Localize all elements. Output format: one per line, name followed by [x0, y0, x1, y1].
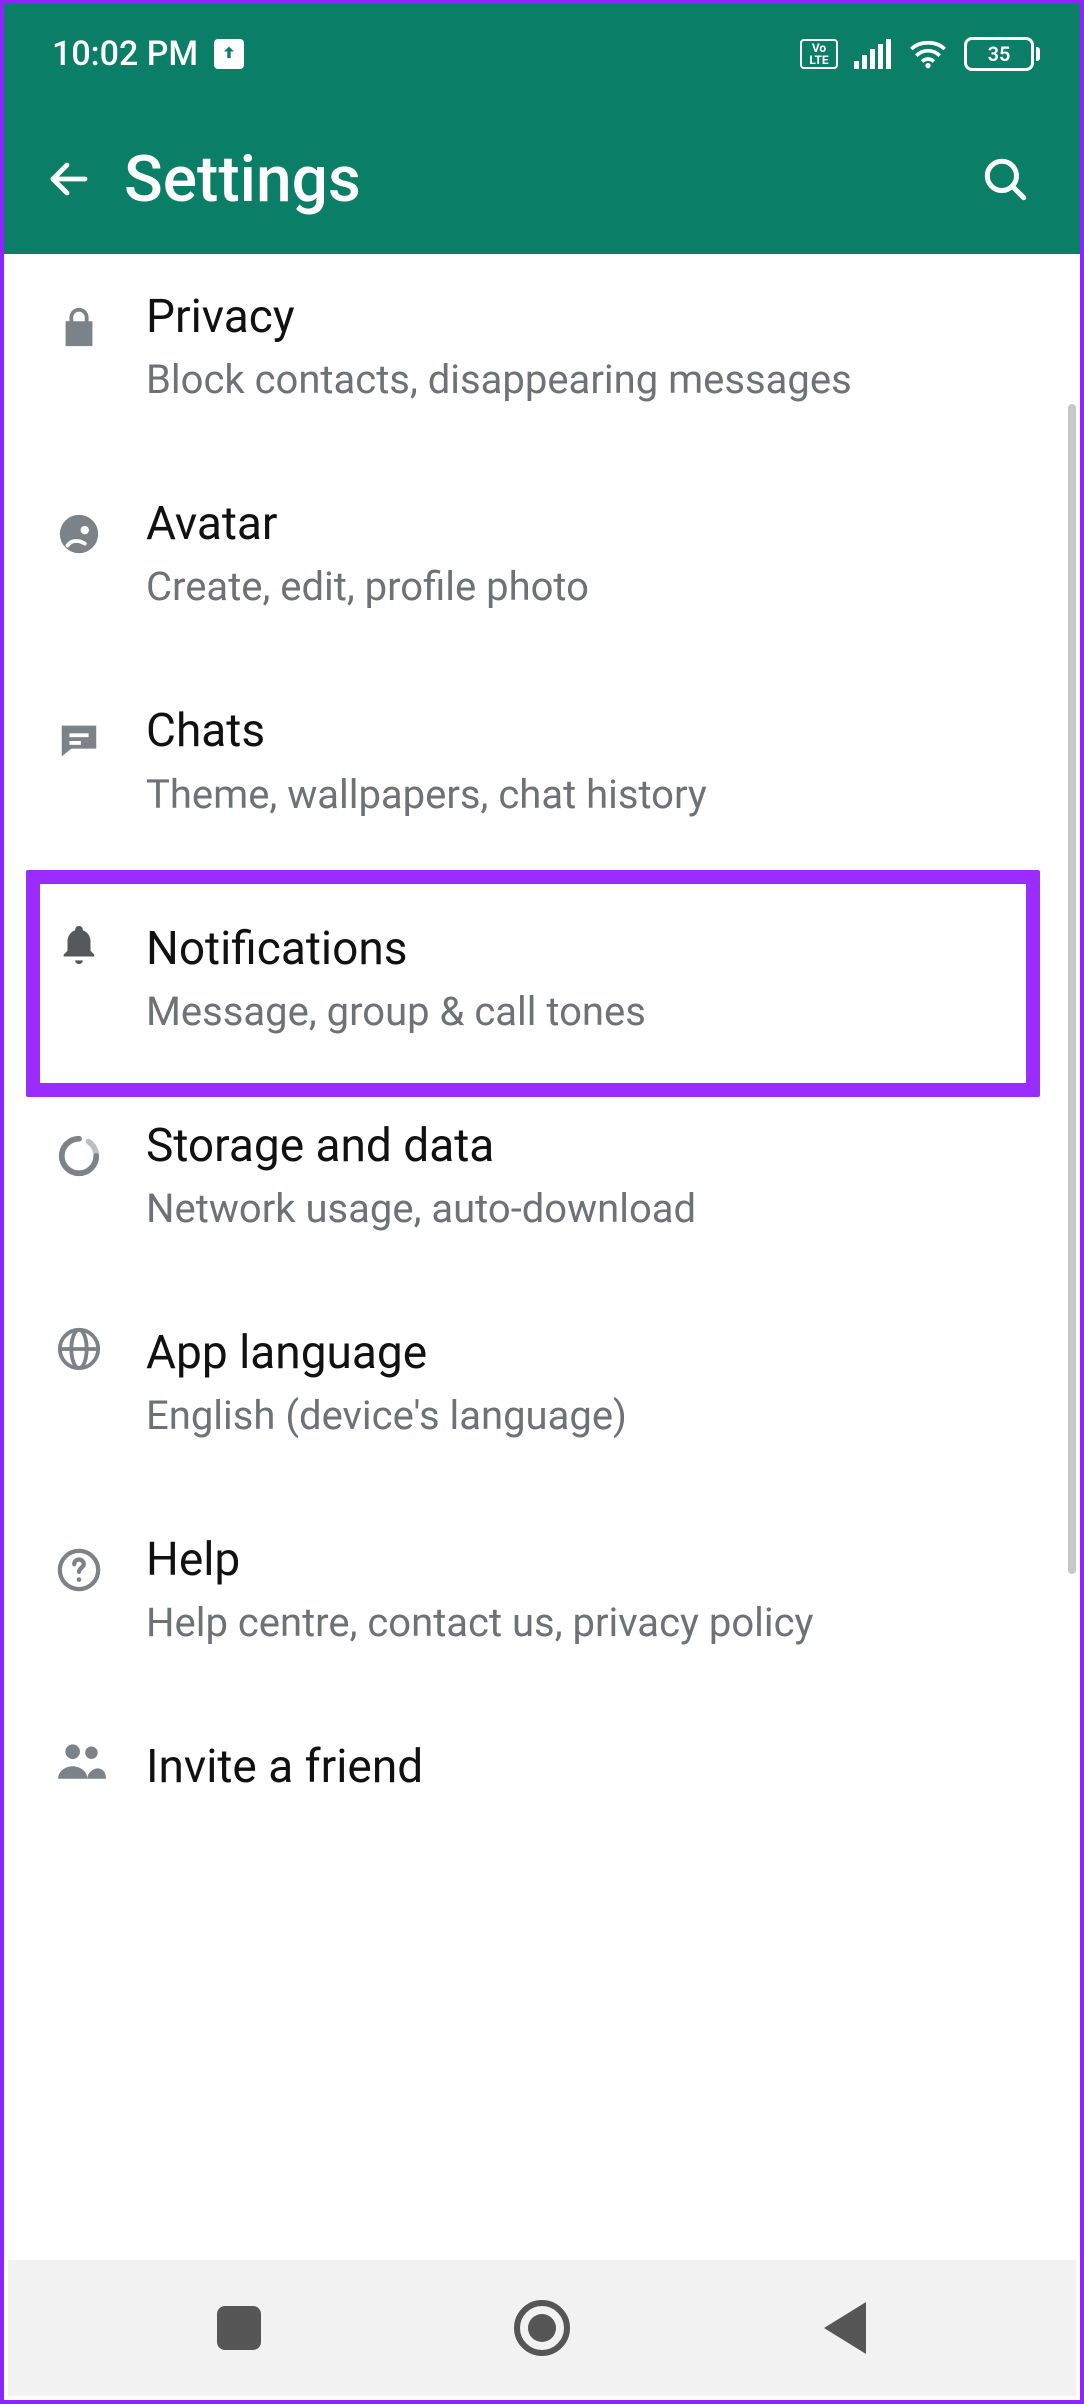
- home-button[interactable]: [482, 2283, 602, 2373]
- scrollbar[interactable]: [1068, 404, 1076, 1574]
- settings-item-help[interactable]: Help Help centre, contact us, privacy po…: [8, 1497, 1076, 1684]
- settings-list[interactable]: Privacy Block contacts, disappearing mes…: [8, 254, 1076, 2260]
- volte-icon: VoLTE: [800, 39, 838, 69]
- item-subtitle: English (device's language): [146, 1391, 1036, 1441]
- settings-item-language[interactable]: App language English (device's language): [8, 1290, 1076, 1477]
- item-title: App language: [146, 1326, 1036, 1381]
- recents-button[interactable]: [179, 2283, 299, 2373]
- item-title: Notifications: [146, 922, 1036, 977]
- status-bar-left: 10:02 PM: [52, 34, 244, 74]
- android-nav-bar: [8, 2260, 1076, 2396]
- item-title: Chats: [146, 704, 1036, 759]
- settings-item-notifications[interactable]: Notifications Message, group & call tone…: [8, 876, 1076, 1083]
- item-subtitle: Network usage, auto-download: [146, 1184, 1036, 1234]
- chat-icon: [56, 704, 136, 764]
- people-icon: [56, 1740, 136, 1780]
- item-title: Help: [146, 1533, 1036, 1588]
- bell-icon: [56, 922, 136, 968]
- settings-item-storage[interactable]: Storage and data Network usage, auto-dow…: [8, 1083, 1076, 1270]
- globe-icon: [56, 1326, 136, 1372]
- battery-percent: 35: [988, 42, 1011, 66]
- status-time: 10:02 PM: [52, 34, 198, 74]
- search-button[interactable]: [970, 144, 1040, 214]
- item-title: Storage and data: [146, 1119, 1036, 1174]
- settings-item-privacy[interactable]: Privacy Block contacts, disappearing mes…: [8, 254, 1076, 441]
- settings-item-invite[interactable]: Invite a friend: [8, 1704, 1076, 1841]
- data-usage-icon: [56, 1119, 136, 1179]
- arrow-left-icon: [45, 155, 93, 203]
- item-title: Privacy: [146, 290, 1036, 345]
- back-button[interactable]: [34, 144, 104, 214]
- item-title: Invite a friend: [146, 1740, 1036, 1795]
- item-subtitle: Help centre, contact us, privacy policy: [146, 1598, 1036, 1648]
- wifi-icon: [908, 39, 948, 69]
- upload-icon: [214, 39, 244, 69]
- item-subtitle: Create, edit, profile photo: [146, 562, 1036, 612]
- item-subtitle: Theme, wallpapers, chat history: [146, 770, 1036, 820]
- settings-item-avatar[interactable]: Avatar Create, edit, profile photo: [8, 461, 1076, 648]
- search-icon: [980, 154, 1030, 204]
- avatar-icon: [56, 497, 136, 557]
- item-title: Avatar: [146, 497, 1036, 552]
- page-title: Settings: [124, 142, 970, 217]
- signal-icon: [854, 39, 892, 69]
- back-nav-button[interactable]: [785, 2283, 905, 2373]
- battery-icon: 35: [964, 37, 1040, 71]
- settings-item-chats[interactable]: Chats Theme, wallpapers, chat history: [8, 668, 1076, 855]
- lock-icon: [56, 290, 136, 350]
- help-icon: [56, 1533, 136, 1593]
- status-bar-right: VoLTE 35: [800, 37, 1040, 71]
- item-subtitle: Message, group & call tones: [146, 987, 1036, 1037]
- app-bar: Settings: [4, 104, 1080, 254]
- item-subtitle: Block contacts, disappearing messages: [146, 355, 1036, 405]
- status-bar: 10:02 PM VoLTE 35: [4, 4, 1080, 104]
